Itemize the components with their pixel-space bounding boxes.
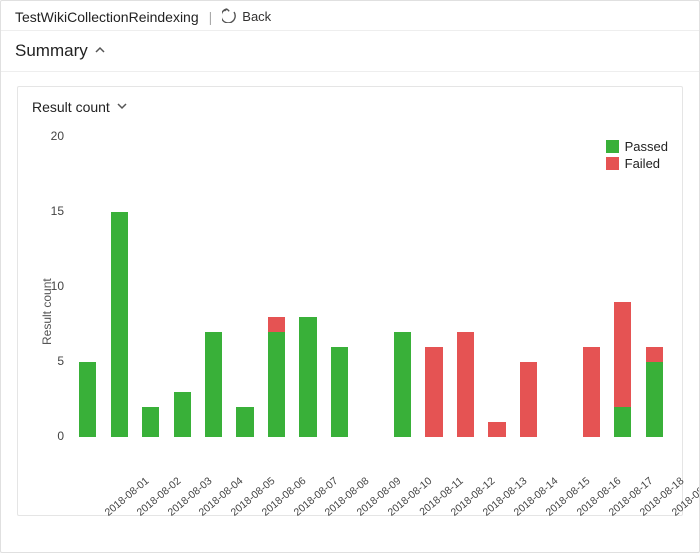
back-icon: [222, 7, 238, 26]
bar-passed: [79, 362, 96, 437]
page-title: TestWikiCollectionReindexing: [15, 9, 199, 25]
y-tick: 5: [36, 354, 64, 368]
y-tick: 10: [36, 279, 64, 293]
legend-failed: Failed: [606, 156, 668, 171]
legend-swatch-passed: [606, 140, 619, 153]
chart-card: Result count Result count 05101520 2018-…: [17, 86, 683, 516]
back-button[interactable]: Back: [222, 7, 271, 26]
legend: Passed Failed: [606, 139, 668, 173]
y-tick: 0: [36, 429, 64, 443]
bar-passed: [614, 407, 631, 437]
x-axis: 2018-08-012018-08-022018-08-032018-08-04…: [72, 457, 670, 515]
bar-passed: [646, 362, 663, 437]
bar-failed: [488, 422, 505, 437]
bar-passed: [174, 392, 191, 437]
bar-failed: [425, 347, 442, 437]
chevron-up-icon: [94, 41, 106, 61]
bar-passed: [111, 212, 128, 437]
legend-label-passed: Passed: [625, 139, 668, 154]
bar-passed: [236, 407, 253, 437]
bar-failed: [646, 347, 663, 362]
bar-passed: [394, 332, 411, 437]
bar-failed: [614, 302, 631, 407]
summary-label: Summary: [15, 41, 88, 61]
bar-passed: [205, 332, 222, 437]
page: { "header": { "title": "TestWikiCollecti…: [0, 0, 700, 553]
breadcrumb-bar: TestWikiCollectionReindexing | Back: [1, 1, 699, 30]
legend-passed: Passed: [606, 139, 668, 154]
bar-failed: [583, 347, 600, 437]
back-label: Back: [242, 9, 271, 24]
y-tick: 15: [36, 204, 64, 218]
bar-passed: [331, 347, 348, 437]
chevron-down-icon: [116, 99, 128, 115]
bar-passed: [142, 407, 159, 437]
chart-plot-area: [72, 137, 670, 437]
summary-header[interactable]: Summary: [1, 30, 699, 72]
y-tick: 20: [36, 129, 64, 143]
divider: |: [209, 9, 213, 25]
metric-selector[interactable]: Result count: [32, 99, 668, 115]
bar-failed: [520, 362, 537, 437]
legend-swatch-failed: [606, 157, 619, 170]
bar-failed: [268, 317, 285, 332]
bar-failed: [457, 332, 474, 437]
bar-passed: [299, 317, 316, 437]
legend-label-failed: Failed: [625, 156, 660, 171]
metric-label: Result count: [32, 99, 110, 115]
bar-passed: [268, 332, 285, 437]
